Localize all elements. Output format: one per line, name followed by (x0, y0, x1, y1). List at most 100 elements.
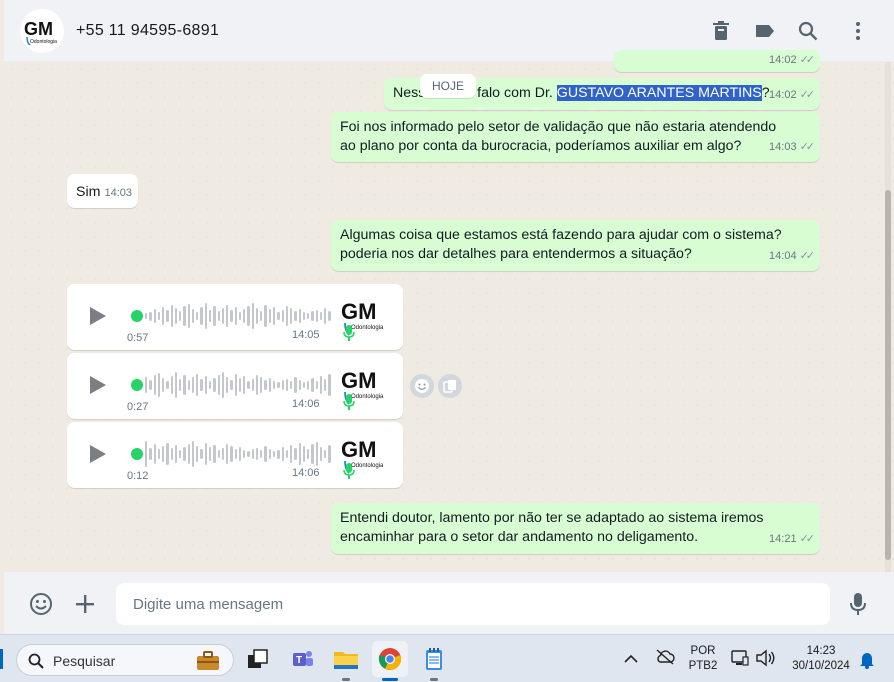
message-bubble[interactable]: Entendi doutor, lamento por não ter se a… (331, 503, 820, 554)
label-icon[interactable] (753, 19, 777, 43)
waveform-bar (204, 303, 207, 329)
more-vertical-icon[interactable] (846, 19, 870, 43)
waveform-bar (268, 309, 271, 323)
delete-icon[interactable] (709, 19, 733, 43)
waveform-bar (255, 308, 259, 324)
waveform-bar (153, 309, 156, 323)
message-bubble-incoming[interactable]: Sim 14:03 (67, 174, 138, 208)
read-receipt-icon: ✓✓ (799, 533, 816, 545)
waveform-bar (243, 309, 246, 323)
waveform-bar (208, 381, 212, 389)
waveform-bar (149, 448, 152, 460)
waveform-bar (153, 444, 156, 464)
waveform-bar (170, 376, 173, 394)
waveform-bar (307, 449, 310, 459)
waveform-bar (238, 378, 242, 392)
task-view-icon[interactable] (240, 641, 276, 677)
forward-icon[interactable] (438, 374, 462, 398)
chat-scrollbar[interactable] (885, 62, 891, 572)
emoji-icon[interactable] (28, 591, 54, 617)
waveform-bar (170, 448, 173, 460)
voice-time: 14:06 (292, 467, 320, 479)
play-icon[interactable] (85, 442, 109, 466)
contact-avatar[interactable]: GM Odontologia (20, 9, 64, 53)
notepad-icon[interactable] (416, 641, 452, 681)
waveform-bar (285, 450, 289, 458)
waveform-bar (208, 310, 212, 322)
react-emoji-icon[interactable] (410, 374, 434, 398)
mic-icon[interactable] (845, 591, 871, 617)
waveform-bar (311, 444, 314, 464)
voice-message[interactable]: 0:57 14:05 GM Odontologia (67, 284, 403, 350)
search-icon[interactable] (796, 19, 820, 43)
svg-text:Odontologia: Odontologia (351, 325, 384, 331)
waveform-bar (208, 447, 212, 461)
plus-icon[interactable] (72, 591, 98, 617)
waveform-bar (230, 380, 233, 390)
waveform-bar (298, 380, 301, 390)
audio-waveform[interactable] (145, 371, 331, 399)
waveform-bar (162, 446, 165, 462)
waveform-bar (183, 306, 186, 326)
svg-text:Odontologia: Odontologia (351, 463, 384, 469)
audio-progress-dot[interactable] (131, 310, 143, 322)
audio-waveform[interactable] (145, 302, 331, 330)
waveform-bar (251, 449, 254, 459)
waveform-bar (204, 443, 207, 465)
waveform-bar (324, 379, 327, 391)
play-icon[interactable] (85, 373, 109, 397)
voice-duration: 0:12 (127, 470, 149, 482)
message-input[interactable] (116, 583, 830, 625)
read-receipt-icon: ✓✓ (799, 54, 816, 66)
waveform-bar (272, 451, 276, 457)
volume-icon[interactable] (755, 649, 775, 672)
voice-message[interactable]: 0:12 14:06 GM Odontologia (67, 422, 403, 488)
taskbar-search[interactable]: Pesquisar (16, 644, 234, 676)
svg-text:GM: GM (341, 437, 376, 462)
waveform-bar (221, 372, 225, 398)
scrollbar-thumb[interactable] (885, 190, 891, 560)
language-indicator[interactable]: POR PTB2 (688, 644, 718, 674)
date-chip: HOJE (420, 74, 477, 98)
teams-icon[interactable]: T (284, 641, 320, 677)
waveform-bar (174, 372, 178, 398)
chrome-icon[interactable] (372, 641, 408, 681)
waveform-bar (294, 448, 297, 460)
waveform-bar (226, 444, 229, 464)
waveform-bar (285, 306, 289, 326)
waveform-bar (328, 374, 331, 396)
contact-name[interactable]: +55 11 94595-6891 (76, 22, 219, 40)
waveform-bar (315, 442, 318, 466)
voice-message[interactable]: 0:27 14:06 GM Odontologia (67, 353, 403, 419)
play-icon[interactable] (85, 304, 109, 328)
waveform-bar (255, 448, 259, 460)
message-bubble[interactable]: Algumas coisa que estamos está fazendo p… (331, 220, 820, 271)
waveform-bar (281, 310, 284, 322)
audio-progress-dot[interactable] (131, 379, 143, 391)
message-bubble-partial[interactable]: 14:02 ✓✓ (614, 50, 820, 72)
waveform-bar (251, 303, 254, 329)
waveform-bar (247, 381, 250, 389)
display-icon[interactable] (731, 649, 749, 672)
clock[interactable]: 14:23 30/10/2024 (784, 644, 858, 674)
waveform-bar (277, 382, 280, 388)
audio-progress-dot[interactable] (131, 448, 143, 460)
message-meta: 14:21 ✓✓ (769, 530, 816, 549)
waveform-bar (298, 443, 301, 465)
waveform-bar (166, 381, 169, 389)
waveform-bar (196, 374, 199, 396)
waveform-bar (191, 377, 195, 393)
waveform-bar (238, 447, 242, 461)
audio-waveform[interactable] (145, 440, 331, 468)
svg-text:GM: GM (24, 19, 53, 39)
cloud-offline-icon[interactable] (655, 649, 675, 670)
waveform-bar (179, 379, 182, 391)
file-explorer-icon[interactable] (328, 641, 364, 681)
waveform-bar (234, 449, 237, 459)
waveform-bar (179, 311, 182, 321)
chevron-up-icon[interactable] (624, 651, 638, 669)
voice-time: 14:05 (292, 329, 320, 341)
start-edge[interactable] (0, 649, 3, 669)
notification-bell-icon[interactable] (859, 651, 875, 674)
message-bubble[interactable]: Foi nos informado pelo setor de validaçã… (331, 112, 820, 162)
